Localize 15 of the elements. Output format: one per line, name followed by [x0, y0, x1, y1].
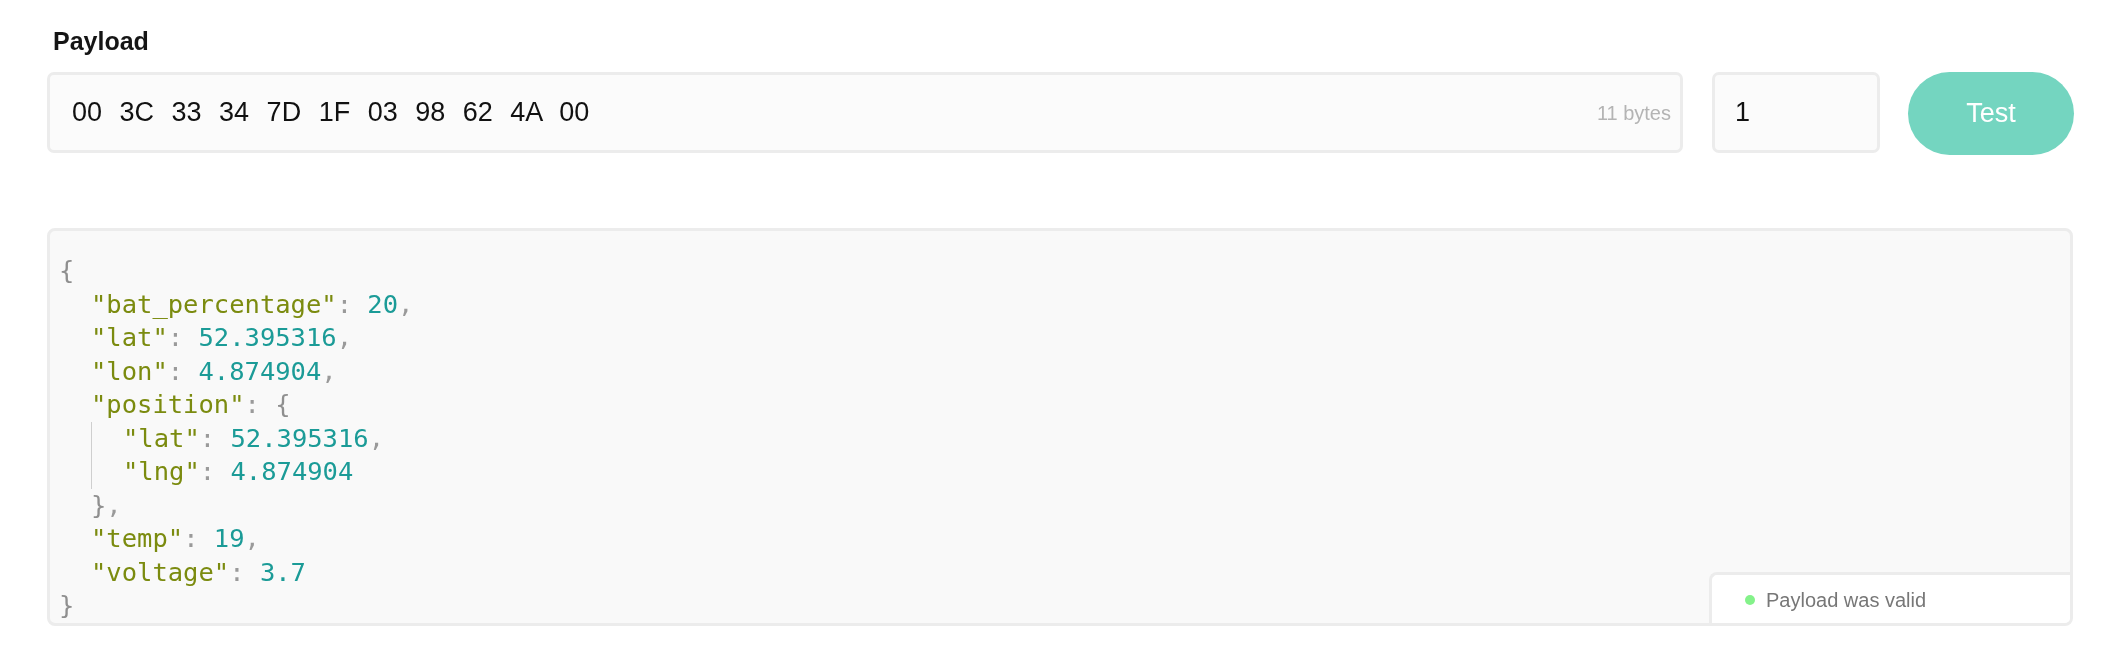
code-line: {	[59, 254, 75, 287]
port-input[interactable]: 1	[1712, 72, 1880, 153]
code-line: },	[91, 488, 122, 522]
code-line: }	[59, 589, 75, 622]
code-line: "lat": 52.395316,	[123, 421, 384, 455]
section-title: Payload	[53, 27, 149, 55]
status-message: Payload was valid	[1766, 588, 1927, 613]
code-line: "lng": 4.874904	[123, 455, 354, 488]
byte-count: 11 bytes	[1596, 100, 1671, 125]
code-line: "temp": 19,	[91, 522, 260, 555]
code-line: "lat": 52.395316,	[91, 321, 352, 354]
code-line: "lon": 4.874904,	[91, 354, 337, 388]
code-line: "voltage": 3.7	[91, 555, 306, 589]
code-line: "bat_percentage": 20,	[91, 287, 414, 321]
code-line: "position": {	[91, 388, 291, 421]
